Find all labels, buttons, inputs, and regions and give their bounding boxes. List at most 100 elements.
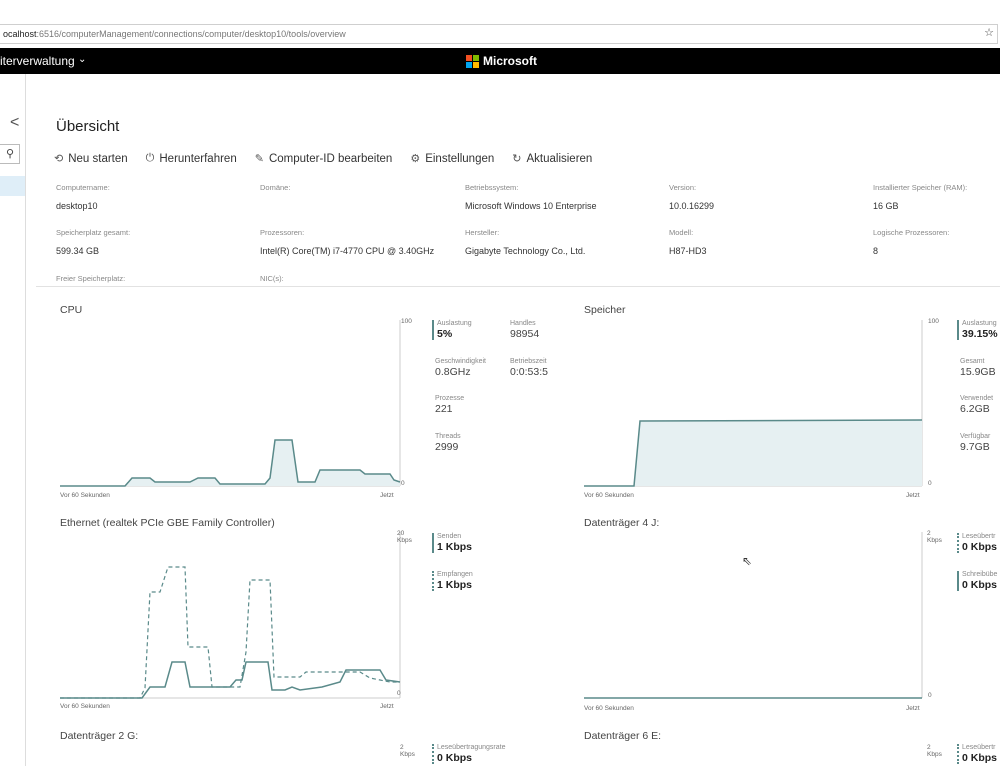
stat-label: Geschwindigkeit (435, 358, 486, 365)
disk4-ymax-value: 2 (927, 530, 931, 537)
prop-label: Installierter Speicher (RAM): (873, 183, 968, 192)
cpu-ymax: 100 (401, 318, 412, 325)
ethernet-sent-line (60, 661, 401, 699)
memory-ymax: 100 (928, 318, 939, 325)
stat-label: Verwendet (960, 395, 994, 402)
disk4-ymax: 2 Kbps (927, 530, 942, 544)
ethernet-title: Ethernet (realtek PCIe GBE Family Contro… (60, 517, 275, 529)
prop-value: Intel(R) Core(TM) i7-4770 CPU @ 3.40GHz (260, 246, 435, 256)
search-icon[interactable]: ⚲ (0, 144, 20, 164)
prop-value: 8 (873, 246, 879, 256)
cpu-xend: Jetzt (380, 492, 394, 499)
stat-value: 0.8GHz (435, 366, 471, 378)
cpu-handles-stat: Handles 98954 (510, 320, 539, 340)
prop-value: Gigabyte Technology Co., Ltd. (465, 246, 586, 256)
gear-icon: ⚙ (410, 153, 421, 165)
restart-label: Neu starten (68, 152, 128, 165)
shutdown-button[interactable]: ⏻ Herunterfahren (146, 152, 237, 165)
disk2-read-stat: Leseübertragungsrate 0 Kbps (432, 744, 506, 764)
prop-label: Hersteller: (465, 228, 500, 237)
memory-xstart: Vor 60 Sekunden (584, 492, 634, 499)
url-path: :6516/computerManagement/connections/com… (36, 29, 346, 39)
microsoft-brand: Microsoft (466, 54, 537, 68)
prop-manufacturer: Hersteller: Gigabyte Technology Co., Ltd. (465, 228, 585, 256)
ethernet-xstart: Vor 60 Sekunden (60, 703, 110, 710)
address-bar[interactable]: ocalhost:6516/computerManagement/connect… (0, 24, 998, 44)
cpu-chart (60, 320, 401, 487)
stat-value: 221 (435, 403, 453, 415)
refresh-button[interactable]: ↻ Aktualisieren (512, 152, 592, 166)
edit-computer-id-button[interactable]: ✎ Computer-ID bearbeiten (255, 152, 393, 166)
microsoft-logo-icon (466, 54, 479, 68)
stat-value: 0 Kbps (962, 541, 998, 553)
stat-label: Leseübertragungsrate (437, 744, 506, 751)
stat-value: 0 Kbps (437, 752, 473, 764)
refresh-icon: ↻ (512, 153, 522, 165)
prop-value: Microsoft Windows 10 Enterprise (465, 201, 597, 211)
prop-value: H87-HD3 (669, 246, 707, 256)
stat-label: Gesamt (960, 358, 985, 365)
disk4-yunit: Kbps (927, 537, 942, 544)
cpu-title: CPU (60, 304, 83, 316)
disk4-write-stat: Schreibübe 0 Kbps (957, 571, 997, 591)
url-host: ocalhost (3, 29, 37, 39)
prop-computername: Computername: desktop10 (56, 183, 110, 211)
disk4-xend: Jetzt (906, 705, 920, 712)
power-icon: ⏻ (145, 152, 155, 164)
restart-button[interactable]: ⟲ Neu starten (54, 152, 128, 166)
stat-label: Threads (435, 433, 461, 440)
cpu-xstart: Vor 60 Sekunden (60, 492, 110, 499)
prop-label: Logische Prozessoren: (873, 228, 950, 237)
cpu-threads-stat: Threads 2999 (435, 433, 461, 453)
prop-label: Domäne: (260, 183, 291, 192)
stat-value: 6.2GB (960, 403, 990, 415)
memory-xend: Jetzt (906, 492, 920, 499)
chevron-down-icon[interactable]: ⌄ (78, 54, 86, 65)
ethernet-received-line (60, 566, 400, 699)
ethernet-xend: Jetzt (380, 703, 394, 710)
stat-value: 39.15% (962, 328, 998, 340)
prop-label: Computername: (56, 183, 110, 192)
disk4-title: Datenträger 4 J: (584, 517, 660, 529)
prop-value: 599.34 GB (56, 246, 100, 256)
prop-value: desktop10 (56, 201, 98, 211)
ethernet-recv-stat: Empfangen 1 Kbps (432, 571, 473, 591)
ethernet-ymin: 0 (397, 690, 401, 697)
prop-label: Prozessoren: (260, 228, 305, 237)
stat-value: 5% (437, 328, 453, 340)
stat-value: 1 Kbps (437, 579, 473, 591)
settings-button[interactable]: ⚙ Einstellungen (410, 152, 495, 166)
prop-label: Version: (669, 183, 697, 192)
bookmark-star-icon[interactable]: ☆ (984, 26, 994, 39)
sidebar-item-selected[interactable] (0, 176, 25, 196)
stat-value: 0:0:53:5 (510, 366, 548, 378)
memory-ymin: 0 (928, 480, 932, 487)
ethernet-ymax-value: 20 (397, 530, 405, 537)
app-switcher-label[interactable]: iterverwaltung (0, 54, 75, 68)
restart-icon: ⟲ (54, 153, 64, 165)
prop-value: 10.0.16299 (669, 201, 715, 211)
stat-value: 1 Kbps (437, 541, 473, 553)
stat-value: 15.9GB (960, 366, 996, 378)
cpu-usage-stat: Auslastung 5% (432, 320, 472, 340)
settings-label: Einstellungen (425, 152, 495, 165)
prop-logical-processors: Logische Prozessoren: 8 (873, 228, 949, 256)
ethernet-ymax: 20 Kbps (397, 530, 412, 544)
stat-value: 0 Kbps (962, 579, 998, 591)
stat-label: Prozesse (435, 395, 465, 402)
cpu-speed-stat: Geschwindigkeit 0.8GHz (435, 358, 486, 378)
collapse-chevron-left-icon[interactable]: < (10, 114, 19, 132)
memory-usage-stat: Auslastung 39.15% (957, 320, 998, 340)
disk6-ymax: 2 Kbps (927, 744, 942, 758)
ethernet-yunit: Kbps (397, 537, 412, 544)
app-header: iterverwaltung ⌄ Microsoft (0, 48, 1000, 74)
prop-model: Modell: H87-HD3 (669, 228, 707, 256)
tools-sidebar: < ⚲ (0, 74, 26, 766)
brand-text: Microsoft (483, 54, 537, 68)
stat-value: 9.7GB (960, 441, 990, 453)
stat-label: Leseübertr (962, 533, 996, 540)
prop-label: Betriebssystem: (465, 183, 519, 192)
memory-total-stat: Gesamt 15.9GB (960, 358, 996, 378)
stat-label: Verfügbar (960, 433, 991, 440)
disk2-ymax: 2 Kbps (400, 744, 415, 758)
